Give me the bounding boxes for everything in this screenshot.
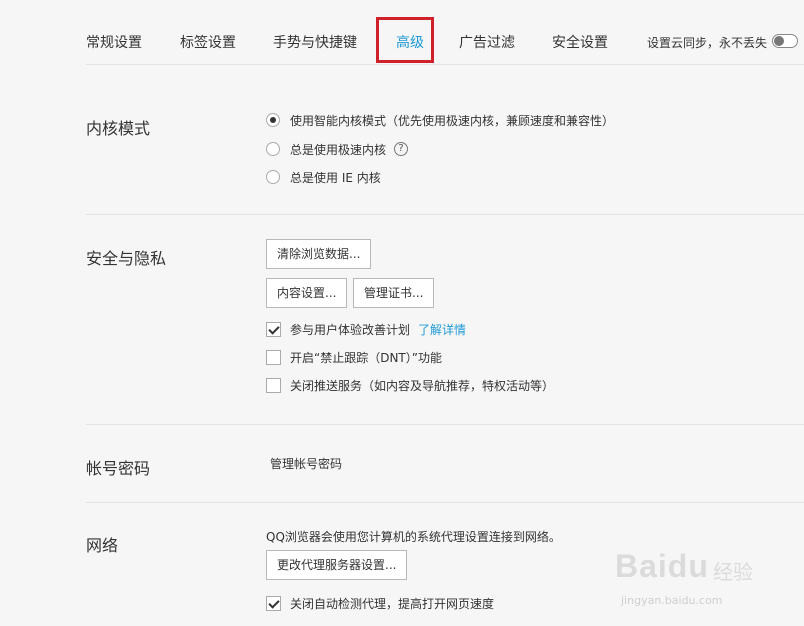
section-title-kernel: 内核模式 (86, 119, 151, 138)
section-divider (86, 214, 804, 215)
watermark-logo: Baidu (615, 548, 709, 584)
section-divider (86, 424, 804, 425)
section-divider (86, 502, 804, 503)
tab-ad-filter[interactable]: 广告过滤 (459, 32, 515, 52)
watermark-logo-cn: 经验 (713, 560, 753, 584)
check-row-push-service[interactable]: 关闭推送服务（如内容及导航推荐，特权活动等） (266, 376, 554, 394)
baidu-jingyan-watermark: Baidu 经验 jingyan.baidu.com (615, 548, 775, 618)
help-icon[interactable]: ? (394, 142, 409, 156)
manage-passwords-link[interactable]: 管理帐号密码 (270, 455, 342, 472)
check-row-auto-proxy[interactable]: 关闭自动检测代理，提高打开网页速度 (266, 594, 494, 612)
cloud-sync-label: 设置云同步，永不丢失 (647, 36, 768, 50)
radio-row-fast-kernel[interactable]: 总是使用极速内核 ? (266, 140, 409, 158)
radio-fast-kernel[interactable] (266, 142, 280, 156)
radio-label-smart-kernel: 使用智能内核模式（优先使用极速内核，兼顾速度和兼容性） (290, 113, 615, 128)
checkbox-label-push-service: 关闭推送服务（如内容及导航推荐，特权活动等） (290, 378, 555, 393)
tab-gestures-shortcuts[interactable]: 手势与快捷键 (273, 32, 357, 52)
network-description: QQ浏览器会使用您计算机的系统代理设置连接到网络。 (266, 530, 561, 544)
tab-general[interactable]: 常规设置 (86, 32, 142, 52)
radio-row-smart-kernel[interactable]: 使用智能内核模式（优先使用极速内核，兼顾速度和兼容性） (266, 111, 614, 129)
annotation-highlight-box (376, 17, 434, 63)
section-title-privacy: 安全与隐私 (86, 249, 167, 268)
checkbox-auto-proxy[interactable] (266, 595, 281, 611)
radio-label-fast-kernel: 总是使用极速内核 (290, 142, 387, 157)
check-row-ux-program[interactable]: 参与用户体验改善计划 了解详情 (266, 320, 466, 338)
manage-certificates-button[interactable]: 管理证书... (353, 278, 435, 308)
checkbox-ux-program[interactable] (266, 321, 281, 337)
radio-smart-kernel[interactable] (266, 113, 280, 127)
checkbox-label-dnt: 开启“禁止跟踪（DNT）”功能 (290, 350, 442, 365)
checkbox-label-ux-program: 参与用户体验改善计划 (290, 322, 411, 337)
checkbox-label-auto-proxy: 关闭自动检测代理，提高打开网页速度 (290, 596, 495, 611)
clear-browsing-data-button[interactable]: 清除浏览数据... (266, 239, 372, 269)
checkbox-push-service[interactable] (266, 377, 281, 393)
tab-bar-divider (86, 64, 804, 65)
radio-label-ie-kernel: 总是使用 IE 内核 (290, 170, 381, 185)
check-row-dnt[interactable]: 开启“禁止跟踪（DNT）”功能 (266, 348, 442, 366)
radio-ie-kernel[interactable] (266, 170, 280, 184)
section-title-account: 帐号密码 (86, 459, 151, 478)
tab-tab-settings[interactable]: 标签设置 (180, 32, 236, 52)
section-title-network: 网络 (86, 536, 119, 555)
toggle-knob (774, 36, 784, 46)
learn-more-link[interactable]: 了解详情 (418, 321, 466, 338)
settings-tab-bar: 常规设置 标签设置 手势与快捷键 高级 广告过滤 安全设置 设置云同步，永不丢失 (0, 0, 804, 66)
cloud-sync-toggle[interactable] (772, 34, 798, 48)
radio-row-ie-kernel[interactable]: 总是使用 IE 内核 (266, 168, 381, 186)
checkbox-dnt[interactable] (266, 349, 281, 365)
tab-security[interactable]: 安全设置 (552, 32, 608, 52)
content-settings-button[interactable]: 内容设置... (266, 278, 348, 308)
watermark-url: jingyan.baidu.com (621, 594, 723, 607)
change-proxy-button[interactable]: 更改代理服务器设置... (266, 550, 408, 580)
